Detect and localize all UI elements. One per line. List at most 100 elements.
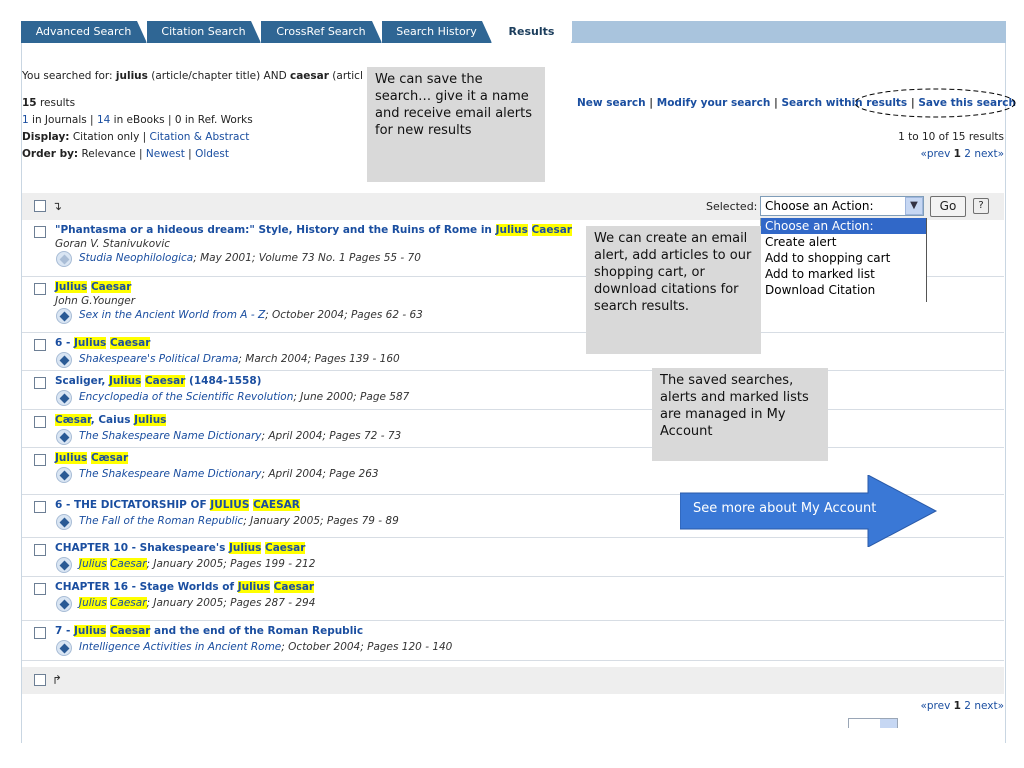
- tab-search-history[interactable]: Search History: [382, 21, 492, 43]
- search-query-summary: You searched for: julius (article/chapte…: [22, 70, 363, 82]
- result-title-link[interactable]: Julius Caesar: [55, 281, 132, 293]
- order-separator: |: [184, 148, 196, 160]
- next-page-link-bottom[interactable]: next»: [974, 700, 1004, 712]
- result-title-link[interactable]: Scaliger, Julius Caesar (1484-1558): [55, 375, 261, 387]
- result-title-link[interactable]: 6 - Julius Caesar: [55, 337, 151, 349]
- highlighted-term: Julius: [79, 597, 107, 609]
- result-checkbox[interactable]: [34, 416, 46, 428]
- result-source-link[interactable]: Shakespeare's Political Drama: [79, 353, 238, 365]
- result-checkbox[interactable]: [34, 283, 46, 295]
- result-checkbox[interactable]: [34, 454, 46, 466]
- result-source-link[interactable]: Julius Caesar: [79, 558, 147, 570]
- result-count-number: 15: [22, 97, 37, 109]
- result-title-link[interactable]: Julius Cæsar: [55, 452, 129, 464]
- results-toolbar-bottom: [22, 667, 1004, 694]
- modify-search-link[interactable]: Modify your search: [657, 97, 771, 109]
- sep-2: |: [770, 97, 782, 109]
- tab-advanced-search[interactable]: Advanced Search: [21, 21, 147, 43]
- page-2-link[interactable]: 2: [961, 148, 974, 160]
- result-source: Shakespeare's Political Drama; March 200…: [79, 353, 400, 365]
- dropdown-option[interactable]: Add to shopping cart: [761, 250, 926, 266]
- page-2-link-bottom[interactable]: 2: [961, 700, 974, 712]
- query-term-2: caesar: [290, 70, 329, 82]
- result-checkbox[interactable]: [34, 339, 46, 351]
- result-source-link[interactable]: The Shakespeare Name Dictionary: [79, 468, 261, 480]
- result-row: 6 - Julius Caesar Shakespeare's Political…: [22, 333, 1004, 371]
- order-newest-link[interactable]: Newest: [146, 148, 185, 160]
- result-details: ; October 2004; Pages 120 - 140: [281, 641, 453, 653]
- result-title-link[interactable]: Cæsar, Caius Julius: [55, 414, 167, 426]
- result-source-link[interactable]: Sex in the Ancient World from A - Z: [79, 309, 265, 321]
- query-field-2: (articl: [328, 70, 363, 82]
- result-source: Julius Caesar; January 2005; Pages 287 -…: [79, 597, 315, 609]
- dropdown-option[interactable]: Create alert: [761, 234, 926, 250]
- result-title-link[interactable]: 7 - Julius Caesar and the end of the Rom…: [55, 625, 363, 637]
- result-source-link[interactable]: Intelligence Activities in Ancient Rome: [79, 641, 281, 653]
- pagination-top: «prev 1 2 next»: [920, 148, 1004, 160]
- diamond-badge-icon: [56, 596, 72, 612]
- result-title-link[interactable]: CHAPTER 16 - Stage Worlds of Julius Caes…: [55, 581, 315, 593]
- dropdown-option[interactable]: Add to marked list: [761, 266, 926, 282]
- result-row: Scaliger, Julius Caesar (1484-1558) Encyc…: [22, 371, 1004, 410]
- highlighted-term: Caesar: [109, 625, 151, 637]
- title-text: , Caius: [90, 414, 135, 426]
- result-checkbox[interactable]: [34, 226, 46, 238]
- highlighted-term: Cæsar: [55, 414, 91, 426]
- footer-widget-handle: [880, 719, 897, 728]
- select-all-checkbox[interactable]: [34, 200, 46, 212]
- result-details: ; May 2001; Volume 73 No. 1 Pages 55 - 7…: [193, 252, 421, 264]
- prev-page-link[interactable]: «prev: [920, 148, 953, 160]
- diamond-badge-icon: [56, 251, 72, 267]
- result-source-link[interactable]: The Shakespeare Name Dictionary: [79, 430, 261, 442]
- result-title-link[interactable]: 6 - THE DICTATORSHIP OF JULIUS CAESAR: [55, 499, 300, 511]
- result-breakdown: 1 in Journals | 14 in eBooks | 0 in Ref.…: [22, 114, 253, 126]
- see-more-my-account-link[interactable]: See more about My Account: [693, 501, 876, 516]
- result-checkbox[interactable]: [34, 544, 46, 556]
- next-page-link[interactable]: next»: [974, 148, 1004, 160]
- order-oldest-link[interactable]: Oldest: [195, 148, 229, 160]
- order-label: Order by:: [22, 148, 79, 160]
- journals-count-link[interactable]: 1: [22, 114, 29, 126]
- display-options: Display: Citation only | Citation & Abst…: [22, 131, 249, 143]
- result-source-link[interactable]: Encyclopedia of the Scientific Revolutio…: [79, 391, 293, 403]
- result-checkbox[interactable]: [34, 583, 46, 595]
- title-text: (1484-1558): [185, 375, 262, 387]
- result-details: ; October 2004; Pages 62 - 63: [265, 309, 423, 321]
- action-select[interactable]: Choose an Action:: [760, 196, 924, 216]
- result-title-link[interactable]: CHAPTER 10 - Shakespeare's Julius Caesar: [55, 542, 306, 554]
- display-abstract-link[interactable]: Citation & Abstract: [150, 131, 250, 143]
- current-page-bottom: 1: [953, 700, 961, 712]
- diamond-badge-icon: [56, 514, 72, 530]
- result-details: ; April 2004; Pages 72 - 73: [261, 430, 402, 442]
- dropdown-option[interactable]: Download Citation: [761, 282, 926, 298]
- prev-page-link-bottom[interactable]: «prev: [920, 700, 953, 712]
- highlighted-term: Julius: [73, 625, 107, 637]
- result-author: Goran V. Stanivukovic: [55, 238, 171, 250]
- result-source-link[interactable]: Julius Caesar: [79, 597, 147, 609]
- highlighted-term: Julius: [73, 337, 107, 349]
- result-title-link[interactable]: "Phantasma or a hideous dream:" Style, H…: [55, 224, 572, 236]
- chevron-down-icon[interactable]: ▼: [905, 197, 923, 215]
- highlighted-term: Caesar: [264, 542, 306, 554]
- new-search-link[interactable]: New search: [577, 97, 646, 109]
- help-question-icon[interactable]: ?: [973, 198, 989, 214]
- result-source-link[interactable]: Studia Neophilologica: [79, 252, 193, 264]
- select-all-checkbox-bottom[interactable]: [34, 674, 46, 686]
- result-checkbox[interactable]: [34, 501, 46, 513]
- dropdown-option[interactable]: Choose an Action:: [761, 218, 926, 234]
- result-checkbox[interactable]: [34, 627, 46, 639]
- result-checkbox[interactable]: [34, 377, 46, 389]
- ebooks-count-link[interactable]: 14: [97, 114, 110, 126]
- tab-citation-search[interactable]: Citation Search: [147, 21, 261, 43]
- title-text: [528, 224, 532, 236]
- result-source-link[interactable]: The Fall of the Roman Republic: [79, 515, 243, 527]
- tab-crossref-search[interactable]: CrossRef Search: [261, 21, 382, 43]
- order-current: Relevance |: [78, 148, 146, 160]
- query-term-1: julius: [115, 70, 148, 82]
- tab-results[interactable]: Results: [492, 21, 572, 43]
- highlighted-term: Julius: [237, 581, 271, 593]
- result-source: The Fall of the Roman Republic; January …: [79, 515, 399, 527]
- go-button[interactable]: Go: [930, 196, 966, 217]
- diamond-badge-icon: [56, 467, 72, 483]
- title-text: "Phantasma or a hideous dream:" Style, H…: [55, 224, 496, 236]
